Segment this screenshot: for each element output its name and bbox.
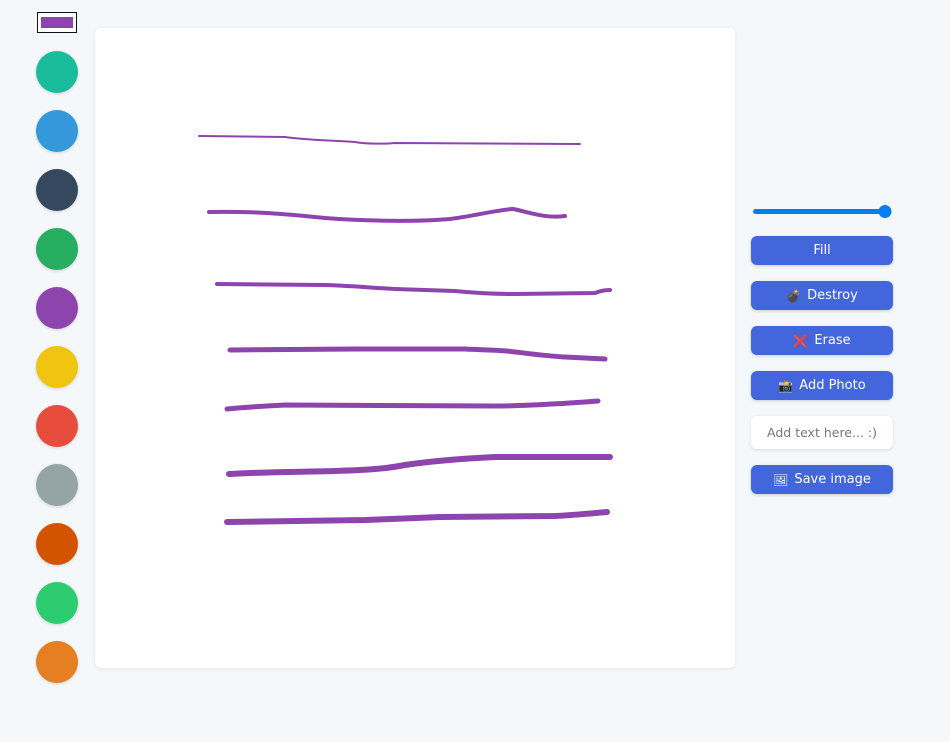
current-color-indicator: [37, 12, 77, 33]
color-palette: [36, 51, 78, 700]
drawn-stroke: [215, 282, 612, 296]
add-photo-label: Add Photo: [799, 378, 866, 393]
fill-label: Fill: [813, 243, 831, 258]
save-image-button[interactable]: 🖼 Save image: [751, 465, 893, 494]
color-swatch-gray[interactable]: [36, 464, 78, 506]
color-swatch-blue[interactable]: [36, 110, 78, 152]
controls-panel: Fill 💣 Destroy ❌ Erase 📸 Add Photo 🖼 Sav…: [751, 200, 893, 510]
brush-size-slider[interactable]: [751, 200, 893, 222]
drawn-stroke: [226, 454, 613, 477]
color-swatch-orange[interactable]: [36, 641, 78, 683]
add-photo-button[interactable]: 📸 Add Photo: [751, 371, 893, 400]
drawn-stroke: [224, 398, 601, 412]
add-text-input[interactable]: [751, 416, 893, 449]
drawn-stroke: [227, 346, 608, 362]
bomb-icon: 💣: [786, 288, 802, 303]
color-swatch-emerald[interactable]: [36, 582, 78, 624]
drawn-stroke: [224, 509, 610, 525]
color-swatch-dark-orange[interactable]: [36, 523, 78, 565]
cross-mark-icon: ❌: [793, 333, 809, 348]
erase-label: Erase: [814, 333, 851, 348]
destroy-button[interactable]: 💣 Destroy: [751, 281, 893, 310]
erase-button[interactable]: ❌ Erase: [751, 326, 893, 355]
destroy-label: Destroy: [807, 288, 858, 303]
drawn-stroke: [207, 207, 567, 223]
save-image-label: Save image: [794, 472, 871, 487]
color-swatch-turquoise[interactable]: [36, 51, 78, 93]
camera-icon: 📸: [778, 378, 794, 393]
slider-thumb[interactable]: [878, 205, 892, 218]
current-color-fill: [41, 17, 73, 28]
drawing-canvas[interactable]: [95, 28, 735, 668]
picture-icon: 🖼: [773, 472, 789, 487]
color-swatch-red[interactable]: [36, 405, 78, 447]
color-swatch-purple[interactable]: [36, 287, 78, 329]
color-swatch-yellow[interactable]: [36, 346, 78, 388]
color-swatch-green[interactable]: [36, 228, 78, 270]
color-swatch-dark-navy[interactable]: [36, 169, 78, 211]
slider-track: [753, 209, 891, 214]
drawn-stroke: [198, 135, 581, 145]
fill-button[interactable]: Fill: [751, 236, 893, 265]
drawing-strokes: [198, 135, 613, 525]
